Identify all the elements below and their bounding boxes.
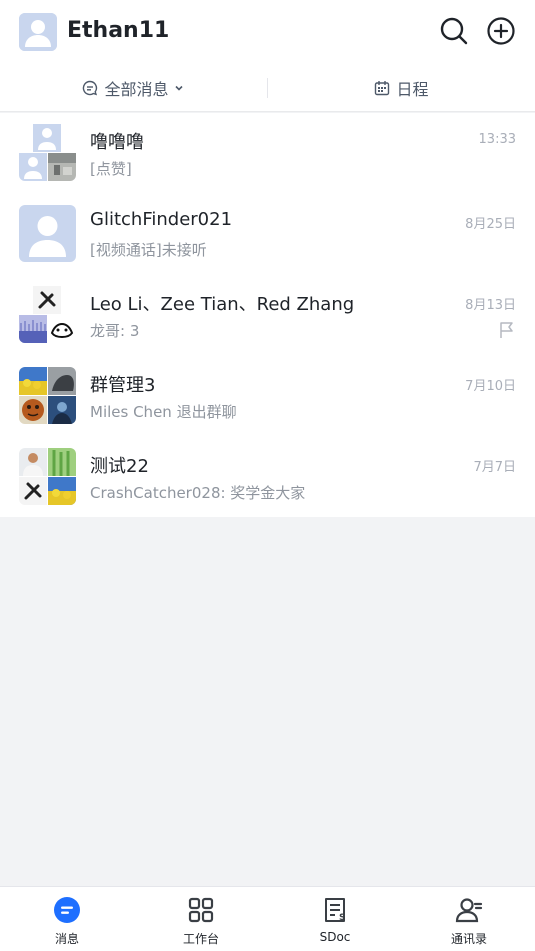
tab-contacts[interactable]: 通讯录: [402, 887, 535, 951]
conversation-preview: Miles Chen 退出群聊: [90, 403, 237, 421]
tab-label: 工作台: [182, 932, 219, 946]
conversation-row[interactable]: 测试22 CrashCatcher028: 奖学金大家 7月7日: [0, 437, 535, 518]
my-avatar[interactable]: [19, 13, 57, 51]
group-avatar: [19, 124, 76, 181]
conversation-title: Leo Li、Zee Tian、Red Zhang: [90, 294, 355, 315]
filter-bar: 全部消息 日程: [0, 64, 535, 112]
all-messages-label: 全部消息: [104, 80, 169, 99]
tab-label: SDoc: [319, 930, 351, 944]
conversation-preview: 龙哥: 3: [90, 322, 140, 340]
conversation-time: 13:33: [478, 132, 516, 147]
all-messages-filter[interactable]: 全部消息: [0, 64, 267, 112]
add-circle-icon[interactable]: [486, 16, 516, 46]
chevron-down-icon: [174, 85, 183, 91]
conversation-time: 7月7日: [473, 460, 516, 475]
conversation-row[interactable]: GlitchFinder021 [视频通话]未接听 8月25日: [0, 194, 535, 275]
tab-messages[interactable]: 消息: [0, 887, 134, 951]
conversation-row[interactable]: Leo Li、Zee Tian、Red Zhang 龙哥: 3 8月13日: [0, 275, 535, 356]
user-avatar: [19, 205, 76, 262]
conversation-title: 噜噜噜: [90, 132, 144, 153]
group-avatar: [19, 367, 76, 424]
contacts-icon: [455, 896, 483, 924]
conversation-time: 8月25日: [465, 217, 516, 232]
conversation-list: 噜噜噜 [点赞] 13:33 GlitchFinder021 [视频通话]未接听…: [0, 113, 535, 517]
tab-sdoc[interactable]: S SDoc: [268, 887, 402, 951]
calendar-icon: [375, 81, 390, 96]
doc-icon: S: [321, 896, 349, 924]
conversation-preview: [视频通话]未接听: [90, 241, 207, 259]
conversation-preview: [点赞]: [90, 160, 132, 178]
conversation-row[interactable]: 群管理3 Miles Chen 退出群聊 7月10日: [0, 356, 535, 437]
chat-icon: [53, 896, 81, 924]
conversation-time: 7月10日: [465, 379, 516, 394]
top-bar: Ethan11: [0, 0, 535, 64]
tools-icon: [33, 286, 61, 314]
conversation-title: 测试22: [90, 456, 149, 477]
conversation-row[interactable]: 噜噜噜 [点赞] 13:33: [0, 113, 535, 194]
tab-label: 通讯录: [450, 932, 487, 946]
bottom-tab-bar: 消息 工作台 S SDoc 通讯录: [0, 886, 535, 951]
group-avatar: [19, 286, 76, 343]
search-icon[interactable]: [439, 16, 469, 46]
username[interactable]: Ethan11: [67, 18, 169, 43]
conversation-time: 8月13日: [465, 298, 516, 313]
conversation-title: GlitchFinder021: [90, 209, 233, 230]
conversation-preview: CrashCatcher028: 奖学金大家: [90, 484, 306, 502]
tab-label: 消息: [54, 932, 79, 946]
flag-icon[interactable]: [499, 321, 515, 343]
schedule-label: 日程: [396, 80, 429, 99]
grid-icon: [187, 896, 215, 924]
tab-workbench[interactable]: 工作台: [134, 887, 268, 951]
schedule-filter[interactable]: 日程: [268, 64, 535, 112]
conversation-title: 群管理3: [90, 375, 156, 396]
svg-text:S: S: [339, 913, 345, 923]
chat-bubble-icon: [83, 80, 98, 96]
group-avatar: [19, 448, 76, 505]
